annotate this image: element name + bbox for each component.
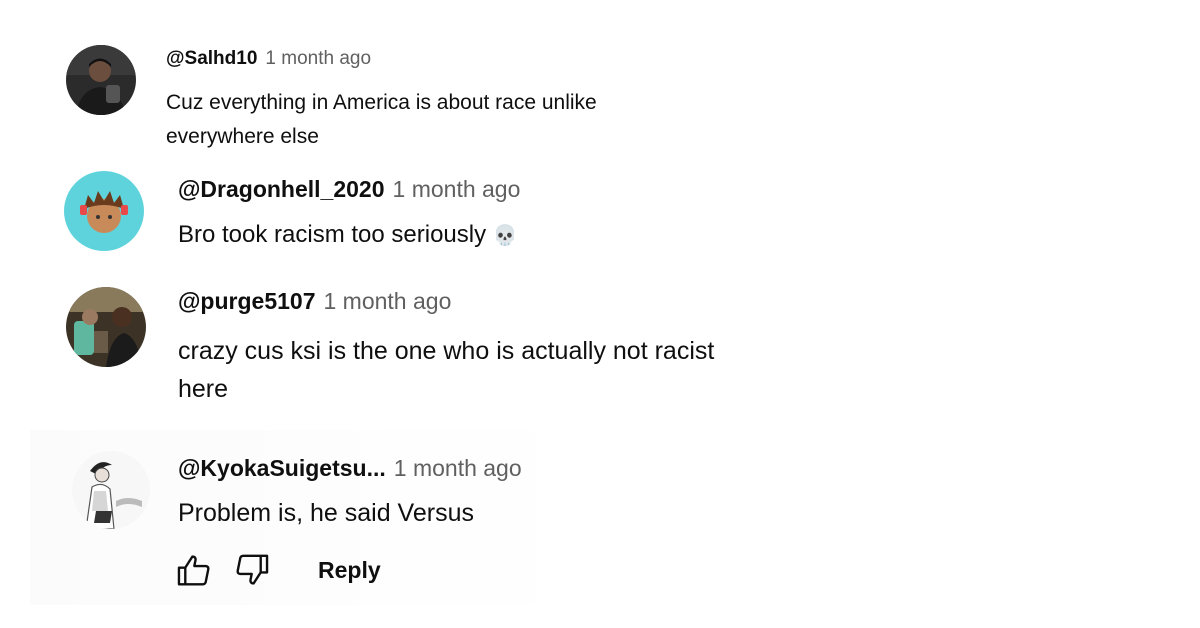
comment-time[interactable]: 1 month ago [323, 288, 451, 314]
dislike-button[interactable] [232, 550, 272, 590]
comment-time[interactable]: 1 month ago [394, 455, 522, 481]
comment-meta: @Salhd10 1 month ago [166, 48, 371, 70]
avatar[interactable] [66, 287, 146, 367]
comment-time[interactable]: 1 month ago [265, 48, 371, 69]
author-handle[interactable]: @purge5107 [178, 288, 315, 314]
comment-text-body: Bro took racism too seriously [178, 221, 487, 248]
comment-text: Bro took racism too seriously 💀 [178, 220, 878, 251]
avatar[interactable] [72, 451, 150, 529]
like-button[interactable] [174, 550, 214, 590]
avatar[interactable] [64, 171, 144, 251]
author-handle[interactable]: @Dragonhell_2020 [178, 176, 385, 202]
comment-text-line: here [178, 375, 229, 403]
comment-meta: @KyokaSuigetsu... 1 month ago [178, 455, 522, 482]
thumbs-down-icon [236, 554, 269, 585]
comment-text-line: Cuz everything in America is about race … [166, 91, 597, 114]
comment-text: Cuz everything in America is about race … [166, 86, 726, 154]
comment-text-line: everywhere else [166, 125, 319, 148]
comment-text-line: crazy cus ksi is the one who is actually… [178, 337, 715, 365]
author-handle[interactable]: @KyokaSuigetsu... [178, 455, 386, 481]
comment-text: crazy cus ksi is the one who is actually… [178, 332, 818, 408]
comment-meta: @Dragonhell_2020 1 month ago [178, 176, 520, 203]
user-avatar-image [66, 287, 146, 367]
user-avatar-image [64, 171, 144, 251]
reply-button[interactable]: Reply [318, 557, 381, 584]
user-avatar-image [72, 451, 150, 529]
thumbs-up-icon [177, 555, 210, 586]
comment-time[interactable]: 1 month ago [393, 176, 521, 202]
author-handle[interactable]: @Salhd10 [166, 48, 257, 69]
user-avatar-image [66, 45, 136, 115]
comment-actions: Reply [174, 548, 381, 592]
comment-text: Problem is, he said Versus [178, 499, 474, 527]
comment-meta: @purge5107 1 month ago [178, 288, 451, 315]
comments-section: @Salhd10 1 month ago Cuz everything in Am… [0, 0, 1200, 628]
avatar[interactable] [66, 45, 136, 115]
skull-emoji: 💀 [492, 225, 518, 247]
